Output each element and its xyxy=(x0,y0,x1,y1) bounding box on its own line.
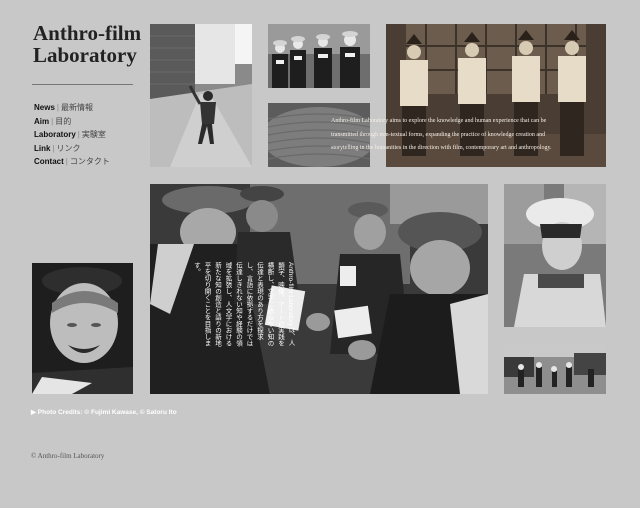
nav-item-laboratory[interactable]: Laboratory | 実験室 xyxy=(34,128,110,142)
girl-in-hat-photo[interactable] xyxy=(504,184,606,327)
nav-label-en[interactable]: Link xyxy=(34,144,50,153)
nav-item-contact[interactable]: Contact | コンタクト xyxy=(34,155,110,169)
nav-separator: | xyxy=(65,157,68,166)
nav-label-en[interactable]: Aim xyxy=(34,117,49,126)
nav-label-ja[interactable]: 実験室 xyxy=(82,130,106,139)
site-title-line1: Anthro-film xyxy=(33,21,142,45)
nav-separator: | xyxy=(56,103,59,112)
nav-item-news[interactable]: News | 最新情報 xyxy=(34,101,110,115)
nav-label-en[interactable]: Contact xyxy=(34,157,64,166)
intro-text-ja: Anthro-film Laboratoryは、人類学、映像、アートの実践を横断… xyxy=(192,262,295,347)
nav-item-link[interactable]: Link | リンク xyxy=(34,142,110,156)
title-divider xyxy=(32,84,133,85)
nav-separator: | xyxy=(52,143,55,153)
copyright: © Anthro-film Laboratory xyxy=(31,452,105,460)
nav-item-aim[interactable]: Aim | 目的 xyxy=(34,115,110,129)
main-nav: News | 最新情報 Aim | 目的 Laboratory | 実験室 Link | リンク… xyxy=(34,101,110,169)
site-title[interactable]: Anthro-film Laboratory xyxy=(33,22,141,66)
nav-label-ja[interactable]: リンク xyxy=(57,144,81,153)
photo-credits[interactable]: ▶ Photo Credits: © Fujimi Kawase, © Sato… xyxy=(31,408,196,417)
nav-label-en[interactable]: Laboratory xyxy=(34,130,76,139)
site-title-line2: Laboratory xyxy=(33,43,137,67)
intro-text-en: Anthro-film Laboratory aims to explore t… xyxy=(331,118,552,151)
nav-label-en[interactable]: News xyxy=(34,103,55,112)
nav-label-ja[interactable]: 目的 xyxy=(55,117,71,126)
smiling-elderly-woman-photo[interactable] xyxy=(32,263,133,394)
nav-label-ja[interactable]: 最新情報 xyxy=(61,103,93,112)
nav-label-ja[interactable]: コンタクト xyxy=(70,157,110,166)
nav-separator: | xyxy=(77,130,80,139)
group-of-women-photo[interactable] xyxy=(268,24,370,88)
child-in-street-photo[interactable] xyxy=(150,24,252,167)
market-street-photo[interactable] xyxy=(504,343,606,394)
nav-separator: | xyxy=(51,116,54,126)
